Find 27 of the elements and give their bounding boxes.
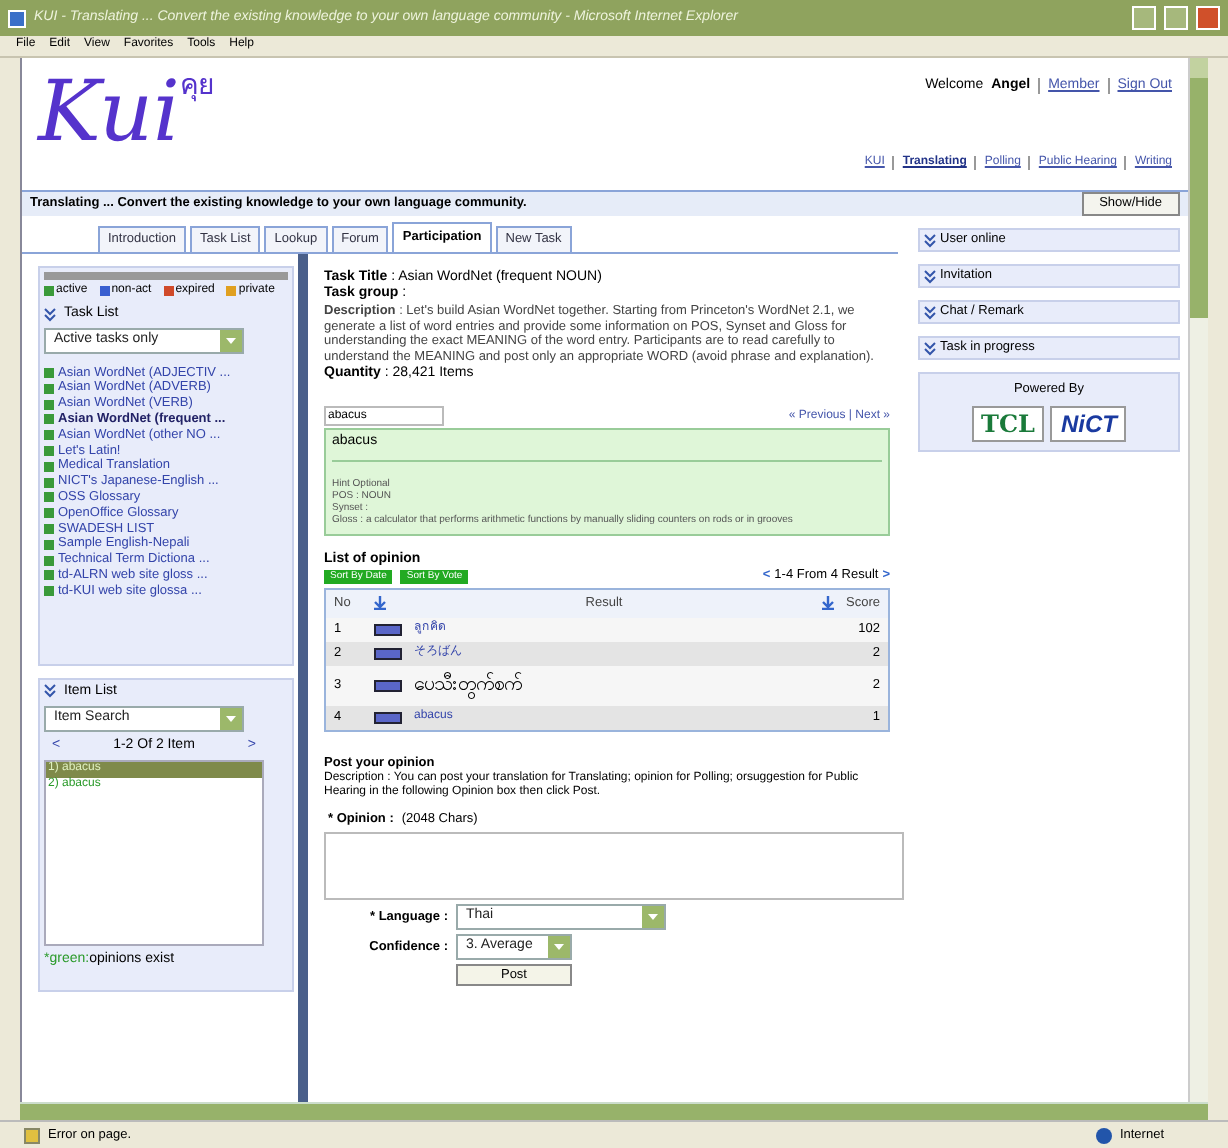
warning-icon — [24, 1127, 40, 1143]
collapse-icon — [924, 233, 936, 247]
collapse-icon — [924, 305, 936, 319]
minimize-button[interactable] — [1132, 6, 1156, 30]
result-text: ပေသီးတွက်စက် — [414, 673, 524, 698]
logo-thai-text: คุย — [179, 70, 214, 98]
horizontal-scrollbar[interactable] — [20, 1102, 1208, 1120]
user-badge-icon — [374, 679, 402, 692]
logo-text: Kui — [38, 70, 180, 154]
sort-icon[interactable] — [374, 596, 386, 611]
collapse-icon — [44, 684, 56, 699]
maximize-button[interactable] — [1164, 6, 1188, 30]
user-badge-icon — [374, 711, 402, 724]
sponsor-logo[interactable]: TCL — [971, 405, 1045, 442]
close-button[interactable] — [1196, 6, 1220, 30]
user-badge-icon — [374, 623, 402, 636]
opinion-field[interactable] — [324, 831, 904, 900]
collapse-icon — [924, 269, 936, 283]
vertical-scrollbar[interactable] — [1188, 58, 1208, 1102]
globe-icon — [1095, 1127, 1112, 1143]
browser-icon — [8, 9, 26, 27]
scrollbar-thumb[interactable] — [1190, 78, 1208, 318]
user-badge-icon — [374, 647, 402, 660]
sponsor-logo[interactable]: NiCT — [1050, 405, 1127, 442]
collapse-icon — [924, 341, 936, 355]
sort-icon[interactable] — [822, 596, 835, 611]
collapse-icon — [44, 307, 56, 322]
